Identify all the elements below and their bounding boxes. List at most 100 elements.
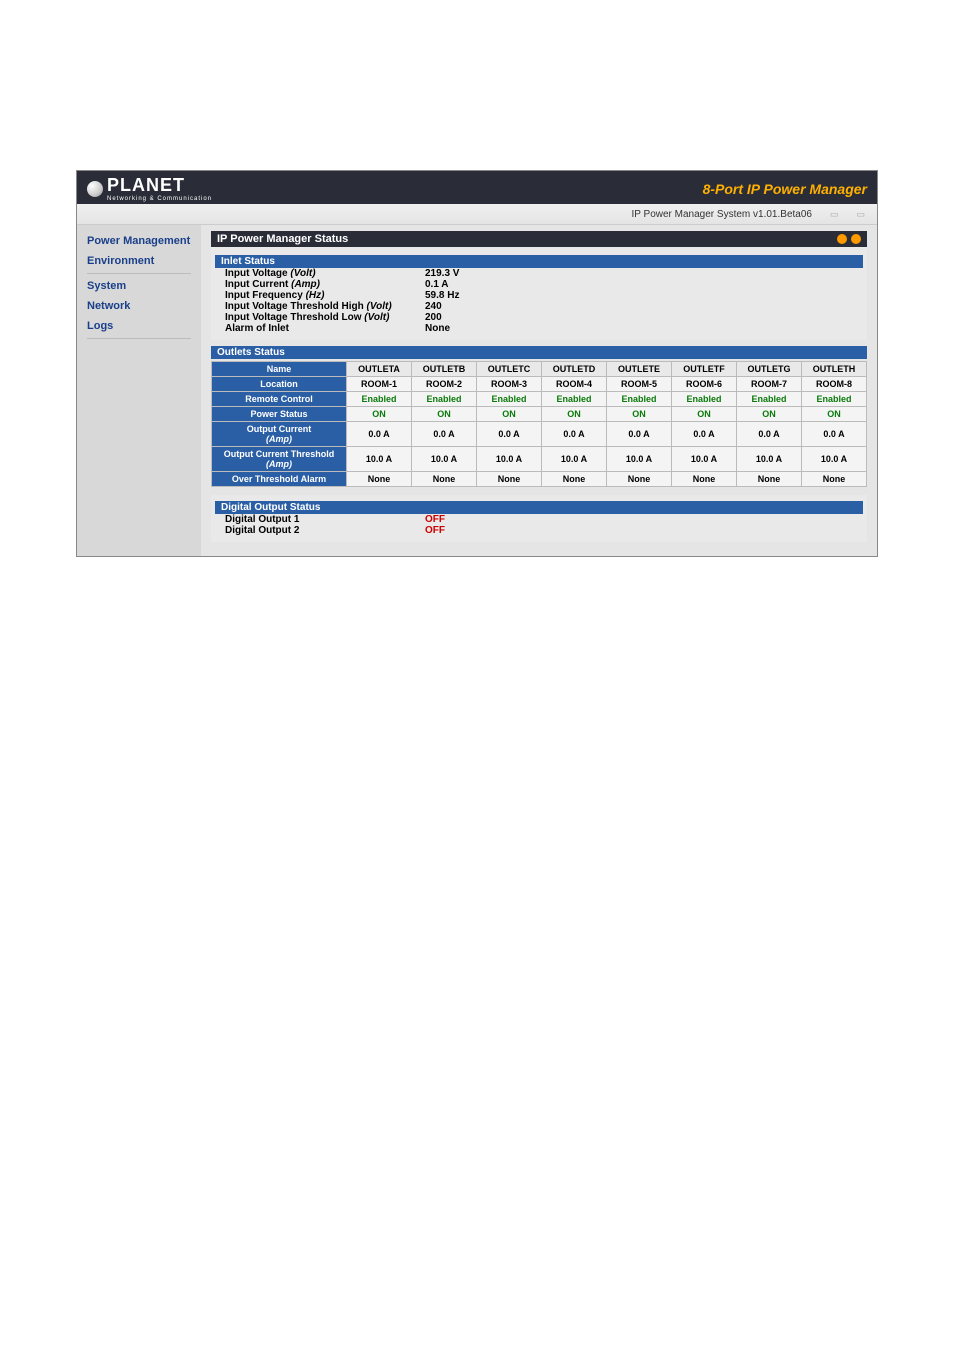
outlet-cell: 0.0 A bbox=[542, 422, 607, 447]
outlet-cell: 0.0 A bbox=[737, 422, 802, 447]
inlet-label: Input Frequency (Hz) bbox=[215, 290, 425, 301]
outlet-cell: Enabled bbox=[672, 392, 737, 407]
inlet-value: 200 bbox=[425, 312, 545, 323]
subheader: IP Power Manager System v1.01.Beta06 ▭ ▭ bbox=[77, 204, 877, 225]
outlet-cell: ROOM-6 bbox=[672, 377, 737, 392]
outlet-cell: Enabled bbox=[347, 392, 412, 407]
outlet-row-label: Output Current(Amp) bbox=[212, 422, 347, 447]
outlet-cell: 0.0 A bbox=[607, 422, 672, 447]
outlet-col-header: OUTLETE bbox=[607, 362, 672, 377]
outlet-cell: 0.0 A bbox=[802, 422, 867, 447]
status-title-bar: IP Power Manager Status bbox=[211, 231, 867, 247]
outlet-cell: ON bbox=[737, 407, 802, 422]
inlet-row: Input Frequency (Hz)59.8 Hz bbox=[215, 290, 863, 301]
outlet-cell: 10.0 A bbox=[412, 447, 477, 472]
outlets-table: NameOUTLETAOUTLETBOUTLETCOUTLETDOUTLETEO… bbox=[211, 361, 867, 487]
outlet-cell: 10.0 A bbox=[542, 447, 607, 472]
sidebar-item-system[interactable]: System bbox=[77, 276, 201, 296]
help-icon[interactable] bbox=[851, 234, 861, 244]
outlet-col-header: OUTLETB bbox=[412, 362, 477, 377]
outlet-cell: None bbox=[347, 472, 412, 487]
outlet-cell: None bbox=[607, 472, 672, 487]
inlet-value: 240 bbox=[425, 301, 545, 312]
outlet-cell: None bbox=[412, 472, 477, 487]
outlet-col-header: OUTLETG bbox=[737, 362, 802, 377]
outlet-col-header: OUTLETA bbox=[347, 362, 412, 377]
header: PLANET Networking & Communication 8-Port… bbox=[77, 171, 877, 204]
digital-label: Digital Output 1 bbox=[215, 514, 425, 525]
outlet-col-header: OUTLETF bbox=[672, 362, 737, 377]
outlet-row-label: Name bbox=[212, 362, 347, 377]
outlet-cell: None bbox=[802, 472, 867, 487]
outlet-cell: ON bbox=[802, 407, 867, 422]
refresh-icon[interactable] bbox=[837, 234, 847, 244]
outlet-cell: 0.0 A bbox=[672, 422, 737, 447]
sidebar-divider bbox=[87, 273, 191, 274]
outlet-cell: 0.0 A bbox=[477, 422, 542, 447]
inlet-row: Input Voltage (Volt)219.3 V bbox=[215, 268, 863, 279]
inlet-label: Input Voltage (Volt) bbox=[215, 268, 425, 279]
tab-stub-1[interactable]: ▭ bbox=[830, 209, 839, 220]
status-title: IP Power Manager Status bbox=[217, 233, 348, 245]
digital-header: Digital Output Status bbox=[215, 501, 863, 514]
inlet-block: Inlet Status Input Voltage (Volt)219.3 V… bbox=[211, 247, 867, 340]
outlet-cell: None bbox=[542, 472, 607, 487]
outlet-col-header: OUTLETH bbox=[802, 362, 867, 377]
outlet-cell: 0.0 A bbox=[412, 422, 477, 447]
outlet-cell: ROOM-1 bbox=[347, 377, 412, 392]
outlet-cell: ROOM-2 bbox=[412, 377, 477, 392]
inlet-header: Inlet Status bbox=[215, 255, 863, 268]
sidebar-item-environment[interactable]: Environment bbox=[77, 251, 201, 271]
digital-row: Digital Output 1OFF bbox=[215, 514, 863, 525]
outlet-cell: 10.0 A bbox=[737, 447, 802, 472]
inlet-row: Input Voltage Threshold Low (Volt)200 bbox=[215, 312, 863, 323]
inlet-row: Input Voltage Threshold High (Volt)240 bbox=[215, 301, 863, 312]
inlet-label: Input Voltage Threshold High (Volt) bbox=[215, 301, 425, 312]
logo-subtext: Networking & Communication bbox=[107, 196, 212, 202]
inlet-row: Alarm of Inlet None bbox=[215, 323, 863, 334]
outlet-cell: Enabled bbox=[477, 392, 542, 407]
inlet-label: Input Voltage Threshold Low (Volt) bbox=[215, 312, 425, 323]
digital-value: OFF bbox=[425, 525, 445, 536]
outlets-header: Outlets Status bbox=[211, 346, 867, 359]
outlet-cell: Enabled bbox=[737, 392, 802, 407]
tab-stub-2[interactable]: ▭ bbox=[856, 209, 865, 220]
outlet-cell: Enabled bbox=[802, 392, 867, 407]
outlet-cell: ROOM-4 bbox=[542, 377, 607, 392]
outlet-cell: ON bbox=[412, 407, 477, 422]
app-window: PLANET Networking & Communication 8-Port… bbox=[76, 170, 878, 557]
digital-row: Digital Output 2OFF bbox=[215, 525, 863, 536]
sidebar-item-logs[interactable]: Logs bbox=[77, 316, 201, 336]
sidebar-divider-2 bbox=[87, 338, 191, 339]
outlet-cell: ON bbox=[347, 407, 412, 422]
outlet-cell: ROOM-8 bbox=[802, 377, 867, 392]
digital-value: OFF bbox=[425, 514, 445, 525]
outlet-cell: None bbox=[737, 472, 802, 487]
outlet-cell: 10.0 A bbox=[802, 447, 867, 472]
logo-globe-icon bbox=[87, 181, 103, 197]
outlet-cell: ROOM-3 bbox=[477, 377, 542, 392]
outlet-row-label: Over Threshold Alarm bbox=[212, 472, 347, 487]
sidebar-item-power-management[interactable]: Power Management bbox=[77, 231, 201, 251]
outlet-cell: ON bbox=[477, 407, 542, 422]
outlet-cell: None bbox=[477, 472, 542, 487]
outlet-cell: 10.0 A bbox=[347, 447, 412, 472]
system-version: IP Power Manager System v1.01.Beta06 bbox=[632, 209, 812, 220]
digital-label: Digital Output 2 bbox=[215, 525, 425, 536]
inlet-value: 59.8 Hz bbox=[425, 290, 545, 301]
outlet-cell: ROOM-7 bbox=[737, 377, 802, 392]
sidebar: Power Management Environment System Netw… bbox=[77, 225, 201, 556]
outlet-col-header: OUTLETC bbox=[477, 362, 542, 377]
outlet-cell: Enabled bbox=[607, 392, 672, 407]
outlet-cell: ON bbox=[672, 407, 737, 422]
outlet-cell: 10.0 A bbox=[607, 447, 672, 472]
outlet-cell: 10.0 A bbox=[672, 447, 737, 472]
outlet-row-label: Output Current Threshold(Amp) bbox=[212, 447, 347, 472]
outlet-cell: Enabled bbox=[542, 392, 607, 407]
logo-text: PLANET bbox=[107, 175, 185, 195]
inlet-value: None bbox=[425, 323, 545, 334]
digital-block: Digital Output Status Digital Output 1OF… bbox=[211, 495, 867, 542]
outlet-cell: 0.0 A bbox=[347, 422, 412, 447]
sidebar-item-network[interactable]: Network bbox=[77, 296, 201, 316]
outlet-cell: ON bbox=[607, 407, 672, 422]
